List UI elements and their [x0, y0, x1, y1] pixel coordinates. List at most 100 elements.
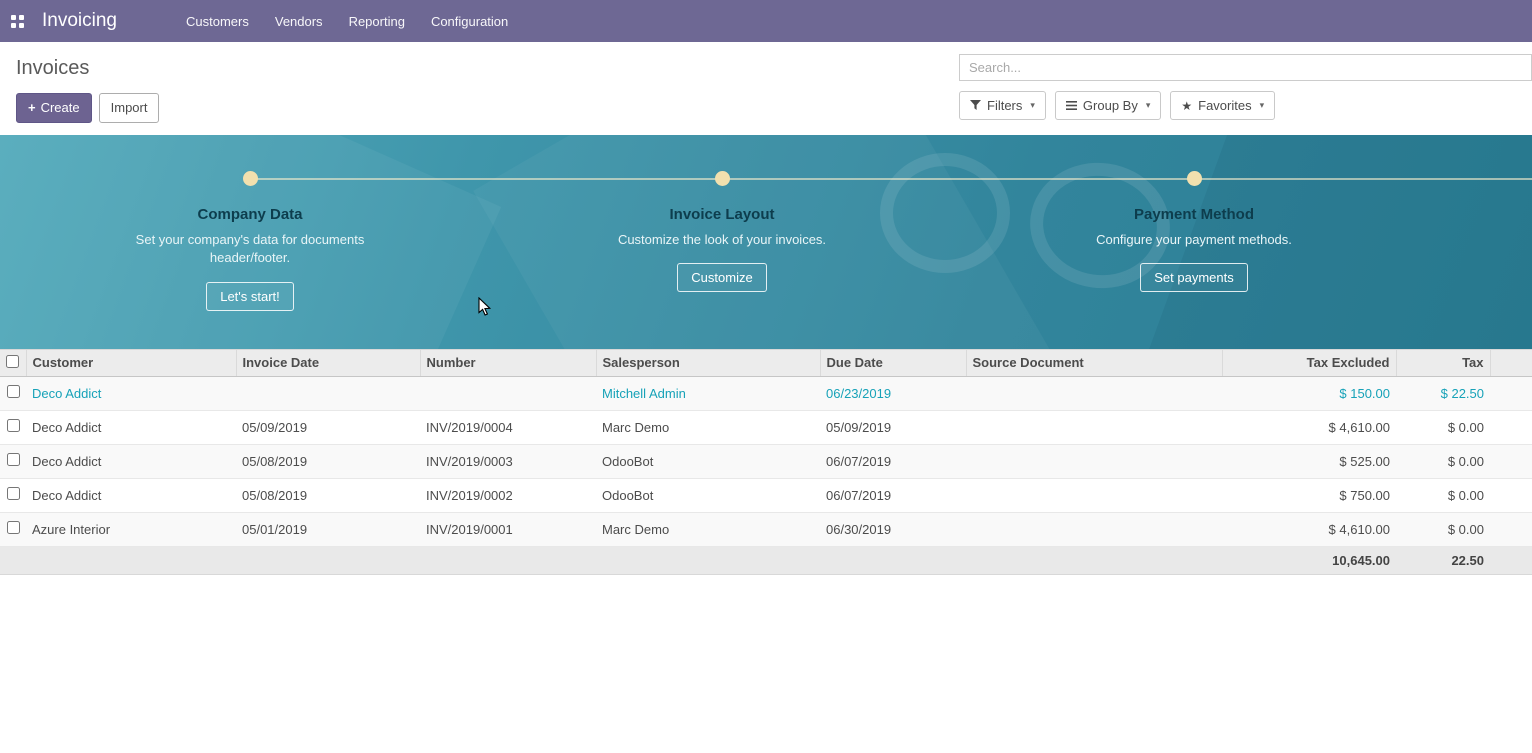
cell-source-document[interactable] — [966, 376, 1222, 410]
menu-vendors[interactable]: Vendors — [262, 0, 336, 42]
star-icon: ★ — [1181, 99, 1192, 113]
lets-start-button[interactable]: Let's start! — [206, 282, 294, 311]
search-input[interactable] — [959, 54, 1532, 81]
cell-salesperson[interactable]: Marc Demo — [596, 410, 820, 444]
apps-menu-button[interactable] — [0, 0, 34, 42]
cell-customer[interactable]: Deco Addict — [26, 410, 236, 444]
cell-invoice-date[interactable]: 05/08/2019 — [236, 478, 420, 512]
cell-due-date[interactable]: 06/23/2019 — [820, 376, 966, 410]
top-menu: Customers Vendors Reporting Configuratio… — [173, 0, 521, 42]
step-description: Set your company's data for documents he… — [130, 231, 370, 269]
cell-customer[interactable]: Deco Addict — [26, 376, 236, 410]
cell-tax-excluded[interactable]: $ 525.00 — [1222, 444, 1396, 478]
column-header-source-document[interactable]: Source Document — [966, 349, 1222, 376]
table-header-row: Customer Invoice Date Number Salesperson… — [0, 349, 1532, 376]
cell-tax-excluded[interactable]: $ 4,610.00 — [1222, 410, 1396, 444]
table-row[interactable]: Azure Interior 05/01/2019 INV/2019/0001 … — [0, 512, 1532, 546]
filters-dropdown[interactable]: Filters ▾ — [959, 91, 1046, 120]
apps-grid-icon — [11, 15, 24, 28]
cell-invoice-date[interactable]: 05/01/2019 — [236, 512, 420, 546]
step-dot — [243, 171, 258, 186]
customize-button[interactable]: Customize — [677, 263, 766, 292]
cell-number[interactable]: INV/2019/0002 — [420, 478, 596, 512]
step-description: Customize the look of your invoices. — [602, 231, 842, 250]
step-dot — [715, 171, 730, 186]
cell-tax[interactable]: $ 22.50 — [1396, 376, 1490, 410]
cell-due-date[interactable]: 06/07/2019 — [820, 478, 966, 512]
cell-source-document[interactable] — [966, 410, 1222, 444]
menu-reporting[interactable]: Reporting — [336, 0, 418, 42]
app-title[interactable]: Invoicing — [34, 0, 133, 42]
row-checkbox[interactable] — [7, 521, 20, 534]
cell-customer[interactable]: Deco Addict — [26, 444, 236, 478]
cell-due-date[interactable]: 06/30/2019 — [820, 512, 966, 546]
cell-salesperson[interactable]: OdooBot — [596, 478, 820, 512]
table-row[interactable]: Deco Addict 05/08/2019 INV/2019/0002 Odo… — [0, 478, 1532, 512]
menu-configuration[interactable]: Configuration — [418, 0, 521, 42]
menu-customers[interactable]: Customers — [173, 0, 262, 42]
cell-salesperson[interactable]: Marc Demo — [596, 512, 820, 546]
cell-tax-excluded[interactable]: $ 150.00 — [1222, 376, 1396, 410]
cell-invoice-date[interactable]: 05/09/2019 — [236, 410, 420, 444]
cell-salesperson[interactable]: OdooBot — [596, 444, 820, 478]
column-header-tax-excluded[interactable]: Tax Excluded — [1222, 349, 1396, 376]
row-checkbox[interactable] — [7, 385, 20, 398]
set-payments-button[interactable]: Set payments — [1140, 263, 1248, 292]
cell-source-document[interactable] — [966, 444, 1222, 478]
cell-source-document[interactable] — [966, 478, 1222, 512]
cell-salesperson[interactable]: Mitchell Admin — [596, 376, 820, 410]
cell-tax-excluded[interactable]: $ 750.00 — [1222, 478, 1396, 512]
onboarding-step-payment-method: Payment Method Configure your payment me… — [958, 135, 1430, 312]
cell-tax-excluded[interactable]: $ 4,610.00 — [1222, 512, 1396, 546]
step-title: Invoice Layout — [669, 206, 774, 223]
plus-icon: + — [28, 100, 36, 115]
cell-invoice-date[interactable]: 05/08/2019 — [236, 444, 420, 478]
group-by-icon — [1066, 100, 1077, 111]
step-title: Payment Method — [1134, 206, 1254, 223]
column-header-tax[interactable]: Tax — [1396, 349, 1490, 376]
group-by-dropdown[interactable]: Group By ▾ — [1055, 91, 1161, 120]
chevron-down-icon: ▾ — [1146, 100, 1151, 111]
table-row[interactable]: Deco Addict 05/08/2019 INV/2019/0003 Odo… — [0, 444, 1532, 478]
row-checkbox[interactable] — [7, 487, 20, 500]
cell-due-date[interactable]: 06/07/2019 — [820, 444, 966, 478]
column-header-due-date[interactable]: Due Date — [820, 349, 966, 376]
cell-source-document[interactable] — [966, 512, 1222, 546]
column-header-number[interactable]: Number — [420, 349, 596, 376]
totals-row: 10,645.00 22.50 — [0, 546, 1532, 574]
step-description: Configure your payment methods. — [1074, 231, 1314, 250]
cell-due-date[interactable]: 05/09/2019 — [820, 410, 966, 444]
cell-number[interactable] — [420, 376, 596, 410]
cell-tax[interactable]: $ 0.00 — [1396, 410, 1490, 444]
cell-invoice-date[interactable] — [236, 376, 420, 410]
cell-tax[interactable]: $ 0.00 — [1396, 512, 1490, 546]
onboarding-step-company-data: Company Data Set your company's data for… — [14, 135, 486, 312]
control-panel: Invoices +Create Import Filters ▾ Group … — [0, 42, 1532, 133]
cell-customer[interactable]: Azure Interior — [26, 512, 236, 546]
favorites-dropdown[interactable]: ★ Favorites ▾ — [1170, 91, 1275, 120]
select-all-checkbox-cell[interactable] — [0, 349, 26, 376]
row-checkbox[interactable] — [7, 453, 20, 466]
cell-number[interactable]: INV/2019/0004 — [420, 410, 596, 444]
column-header-invoice-date[interactable]: Invoice Date — [236, 349, 420, 376]
column-header-salesperson[interactable]: Salesperson — [596, 349, 820, 376]
cell-customer[interactable]: Deco Addict — [26, 478, 236, 512]
select-all-checkbox[interactable] — [6, 355, 19, 368]
step-dot — [1187, 171, 1202, 186]
table-row[interactable]: Deco Addict Mitchell Admin 06/23/2019 $ … — [0, 376, 1532, 410]
onboarding-banner: Company Data Set your company's data for… — [0, 135, 1532, 349]
cell-number[interactable]: INV/2019/0003 — [420, 444, 596, 478]
row-checkbox[interactable] — [7, 419, 20, 432]
cell-number[interactable]: INV/2019/0001 — [420, 512, 596, 546]
filter-icon — [970, 100, 981, 111]
cell-tax[interactable]: $ 0.00 — [1396, 478, 1490, 512]
chevron-down-icon: ▾ — [1260, 100, 1265, 111]
import-button[interactable]: Import — [99, 93, 160, 123]
cell-tax[interactable]: $ 0.00 — [1396, 444, 1490, 478]
invoices-table: Customer Invoice Date Number Salesperson… — [0, 349, 1532, 575]
total-tax-excluded: 10,645.00 — [1222, 546, 1396, 574]
column-header-customer[interactable]: Customer — [26, 349, 236, 376]
page-title: Invoices — [16, 57, 159, 80]
create-button[interactable]: +Create — [16, 93, 92, 123]
table-row[interactable]: Deco Addict 05/09/2019 INV/2019/0004 Mar… — [0, 410, 1532, 444]
